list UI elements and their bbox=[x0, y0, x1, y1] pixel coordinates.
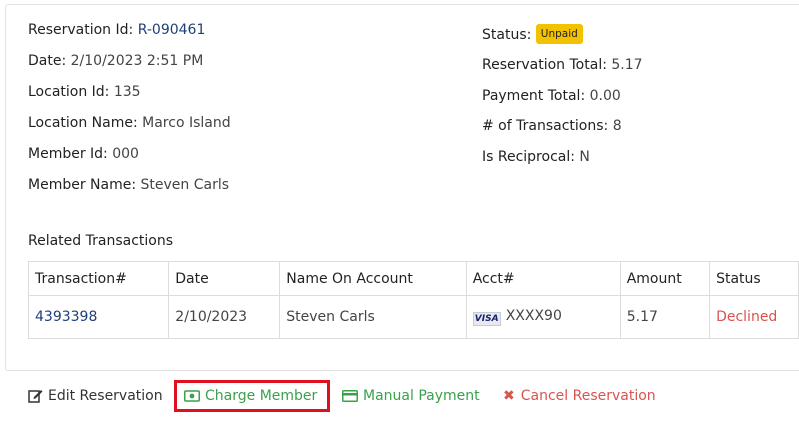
member-name-row: Member Name: Steven Carls bbox=[28, 177, 230, 193]
reservation-total: 5.17 bbox=[611, 57, 643, 73]
credit-card-icon bbox=[342, 390, 358, 402]
charge-member-button[interactable]: Charge Member bbox=[174, 380, 330, 412]
member-id-row: Member Id: 000 bbox=[28, 146, 139, 162]
reservation-id-row: Reservation Id: R-090461 bbox=[28, 22, 206, 38]
transaction-date: 2/10/2023 bbox=[168, 295, 281, 339]
name-on-account: Steven Carls bbox=[279, 295, 467, 339]
location-id: 135 bbox=[113, 84, 141, 100]
column-header: Status bbox=[709, 261, 799, 296]
transactions-table: Transaction# Date Name On Account Acct# … bbox=[27, 261, 799, 339]
location-id-row: Location Id: 135 bbox=[28, 84, 141, 100]
location-name-row: Location Name: Marco Island bbox=[28, 115, 231, 131]
visa-icon: VISA bbox=[472, 312, 501, 326]
status-badge: Unpaid bbox=[535, 24, 583, 44]
location-name: Marco Island bbox=[142, 115, 231, 131]
column-header: Transaction# bbox=[27, 261, 170, 296]
action-bar: Edit Reservation Charge Member Manual Pa… bbox=[0, 380, 799, 412]
status-row: Status: Unpaid bbox=[482, 24, 583, 44]
charge-member-label: Charge Member bbox=[205, 388, 318, 404]
cancel-reservation-label: Cancel Reservation bbox=[520, 388, 656, 404]
reservation-id: R-090461 bbox=[137, 22, 206, 38]
column-header: Name On Account bbox=[279, 261, 467, 296]
transactions-count-row: # of Transactions: 8 bbox=[482, 118, 622, 134]
reciprocal-row: Is Reciprocal: N bbox=[482, 149, 590, 165]
edit-reservation-button[interactable]: Edit Reservation bbox=[28, 380, 163, 412]
edit-icon bbox=[28, 390, 43, 403]
manual-payment-button[interactable]: Manual Payment bbox=[342, 380, 480, 412]
payment-total-row: Payment Total: 0.00 bbox=[482, 88, 621, 104]
member-name: Steven Carls bbox=[140, 177, 230, 193]
cancel-reservation-button[interactable]: ✖ Cancel Reservation bbox=[503, 380, 656, 412]
reservation-total-row: Reservation Total: 5.17 bbox=[482, 57, 643, 73]
transaction-amount: 5.17 bbox=[619, 295, 711, 339]
transactions-count: 8 bbox=[612, 118, 622, 134]
money-bill-icon bbox=[184, 390, 200, 402]
date-row: Date: 2/10/2023 2:51 PM bbox=[28, 53, 204, 69]
column-header: Date bbox=[168, 261, 281, 296]
transaction-link[interactable]: 4393398 bbox=[27, 295, 170, 339]
payment-total: 0.00 bbox=[589, 88, 621, 104]
section-title: Related Transactions bbox=[28, 233, 174, 249]
member-id: 000 bbox=[112, 146, 139, 162]
column-header: Amount bbox=[619, 261, 711, 296]
manual-payment-label: Manual Payment bbox=[363, 388, 480, 404]
column-header: Acct# bbox=[465, 261, 621, 296]
edit-reservation-label: Edit Reservation bbox=[48, 388, 163, 404]
acct-cell: VISA XXXX90 bbox=[465, 295, 621, 339]
table-header-row: Transaction# Date Name On Account Acct# … bbox=[27, 261, 799, 296]
table-row: 4393398 2/10/2023 Steven Carls VISA XXXX9… bbox=[27, 295, 799, 339]
transaction-status: Declined bbox=[709, 295, 799, 339]
acct-number: XXXX90 bbox=[505, 308, 562, 324]
is-reciprocal: N bbox=[579, 149, 590, 165]
reservation-date: 2/10/2023 2:51 PM bbox=[70, 53, 204, 69]
times-icon: ✖ bbox=[503, 388, 515, 404]
